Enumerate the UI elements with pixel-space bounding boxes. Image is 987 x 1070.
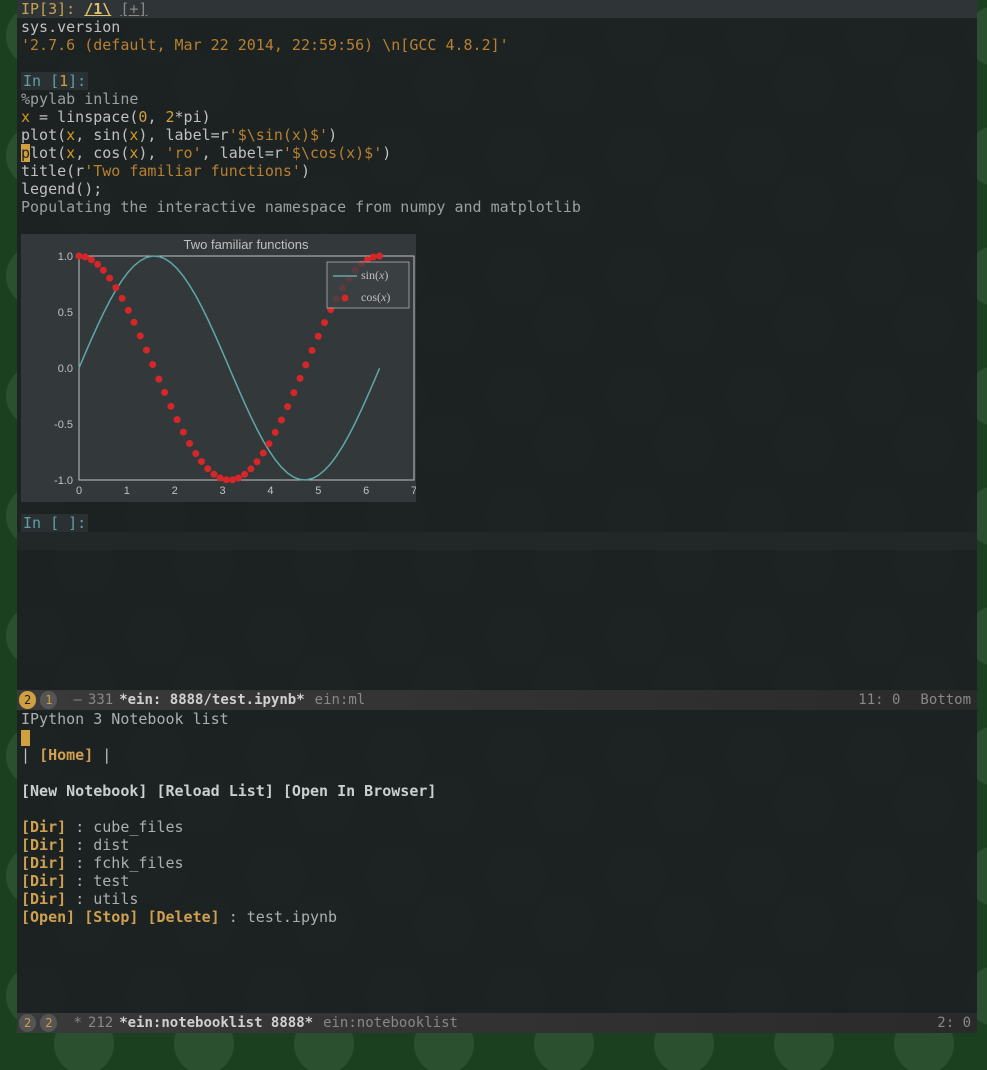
svg-text:-0.5: -0.5 xyxy=(54,419,73,431)
window-badge[interactable]: 1 xyxy=(40,691,57,709)
reload-list-button[interactable]: [Reload List] xyxy=(156,782,273,800)
cell-2-body[interactable] xyxy=(17,532,977,550)
code-line: %pylab inline xyxy=(21,90,138,108)
tab-bar: IP[3]: /1\ [+] xyxy=(17,0,977,18)
line-col: 2: 0 xyxy=(937,1014,971,1032)
svg-text:-1.0: -1.0 xyxy=(54,475,73,487)
stop-nb-button[interactable]: [Stop] xyxy=(84,908,138,926)
code-line: sys.version xyxy=(21,18,120,36)
svg-text:0.5: 0.5 xyxy=(58,307,73,319)
buffer-name[interactable]: *ein: 8888/test.ipynb* xyxy=(119,691,304,709)
new-notebook-button[interactable]: [New Notebook] xyxy=(21,782,147,800)
cell-2-prompt-row: In [ ]: xyxy=(17,514,977,532)
workspace-badge[interactable]: 2 xyxy=(19,1014,36,1032)
cursor: p xyxy=(21,144,30,162)
workspace-badge[interactable]: 2 xyxy=(19,691,36,709)
cursor xyxy=(21,730,30,746)
notebook-list-pane: IPython 3 Notebook list | [Home] | [New … xyxy=(17,710,977,1013)
in-prompt: In [ ]: xyxy=(21,514,88,532)
window-badge[interactable]: 2 xyxy=(40,1014,57,1032)
svg-text:3: 3 xyxy=(220,485,226,497)
buffer-name[interactable]: *ein:notebooklist 8888* xyxy=(119,1014,313,1032)
plot-output: Two familiar functions -1.0 -0.5 0.0 0.5 1.0… xyxy=(21,234,416,502)
major-mode: ein:ml xyxy=(315,691,366,709)
svg-text:4: 4 xyxy=(267,485,273,497)
modeline-top: 2 1 — 331 *ein: 8888/test.ipynb* ein:ml … xyxy=(17,690,977,710)
modeline-bottom: 2 2 * 212 *ein:notebooklist 8888* ein:no… xyxy=(17,1013,977,1033)
stdout-line: Populating the interactive namespace fro… xyxy=(21,198,581,216)
cell-1-prompt-row: In [1]: xyxy=(17,72,977,90)
list-item[interactable]: [Dir] : cube_files xyxy=(21,818,973,836)
tab-add-button[interactable]: [+] xyxy=(120,0,147,18)
cell-1-body[interactable]: %pylab inline x = linspace(0, 2*pi) plot… xyxy=(17,90,977,216)
open-nb-button[interactable]: [Open] xyxy=(21,908,75,926)
svg-text:2: 2 xyxy=(172,485,178,497)
svg-text:0: 0 xyxy=(76,485,82,497)
code-output: '2.7.6 (default, Mar 22 2014, 22:59:56) … xyxy=(21,36,509,54)
tab-prefix: IP[3]: xyxy=(21,0,75,18)
open-in-browser-button[interactable]: [Open In Browser] xyxy=(283,782,437,800)
cell-0-body[interactable]: sys.version '2.7.6 (default, Mar 22 2014… xyxy=(17,18,977,54)
delete-nb-button[interactable]: [Delete] xyxy=(147,908,219,926)
list-item[interactable]: [Dir] : test xyxy=(21,872,973,890)
list-item[interactable]: [Dir] : dist xyxy=(21,836,973,854)
line-col: 11: 0 xyxy=(858,691,900,709)
svg-text:1.0: 1.0 xyxy=(58,251,73,263)
home-link[interactable]: [Home] xyxy=(39,746,93,764)
svg-text:6: 6 xyxy=(363,485,369,497)
svg-text:5: 5 xyxy=(315,485,321,497)
svg-text:sin(x): sin(x) xyxy=(361,268,388,282)
svg-text:Two familiar functions: Two familiar functions xyxy=(184,237,309,252)
notebook-name[interactable]: test.ipynb xyxy=(247,908,337,926)
svg-text:0.0: 0.0 xyxy=(58,363,73,375)
in-prompt: In [1]: xyxy=(21,72,88,90)
tab-selected[interactable]: /1\ xyxy=(84,0,111,18)
major-mode: ein:notebooklist xyxy=(323,1014,458,1032)
editor-pane-top: IP[3]: /1\ [+] sys.version '2.7.6 (defau… xyxy=(17,0,977,690)
nb-heading: IPython 3 Notebook list xyxy=(21,710,973,728)
list-item[interactable]: [Dir] : utils xyxy=(21,890,973,908)
list-item[interactable]: [Dir] : fchk_files xyxy=(21,854,973,872)
svg-text:1: 1 xyxy=(124,485,130,497)
scroll-pos: Bottom xyxy=(920,691,971,709)
svg-text:cos(x): cos(x) xyxy=(361,290,390,304)
svg-text:7: 7 xyxy=(411,485,416,497)
